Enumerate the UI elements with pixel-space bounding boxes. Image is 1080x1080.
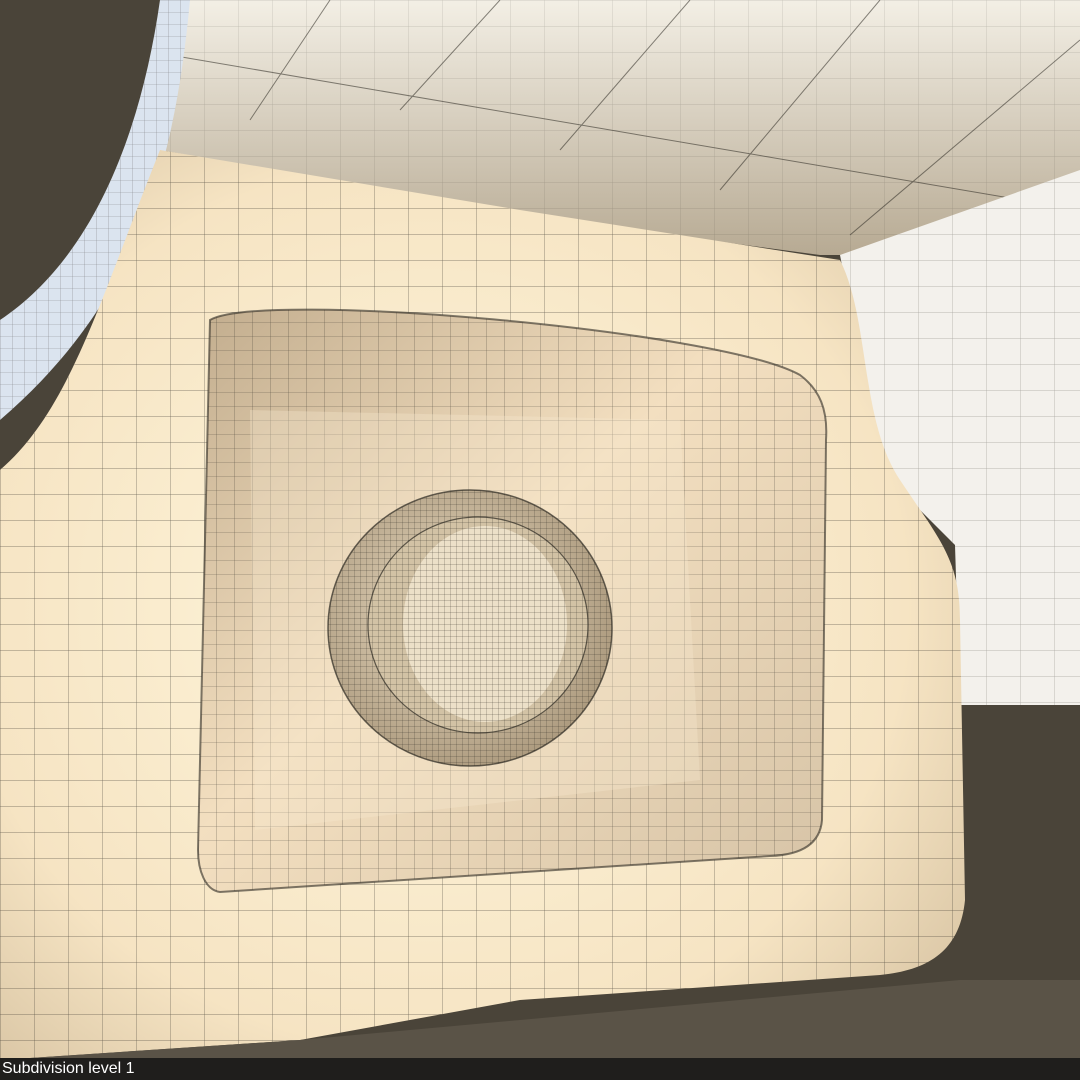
subdivision-level-label: Subdivision level 1 [2, 1060, 135, 1077]
render-viewport[interactable]: Subdivision level 1 [0, 0, 1080, 1080]
wireframe-mesh-icon [0, 0, 1080, 1080]
status-bar: Subdivision level 1 [0, 1058, 1080, 1080]
